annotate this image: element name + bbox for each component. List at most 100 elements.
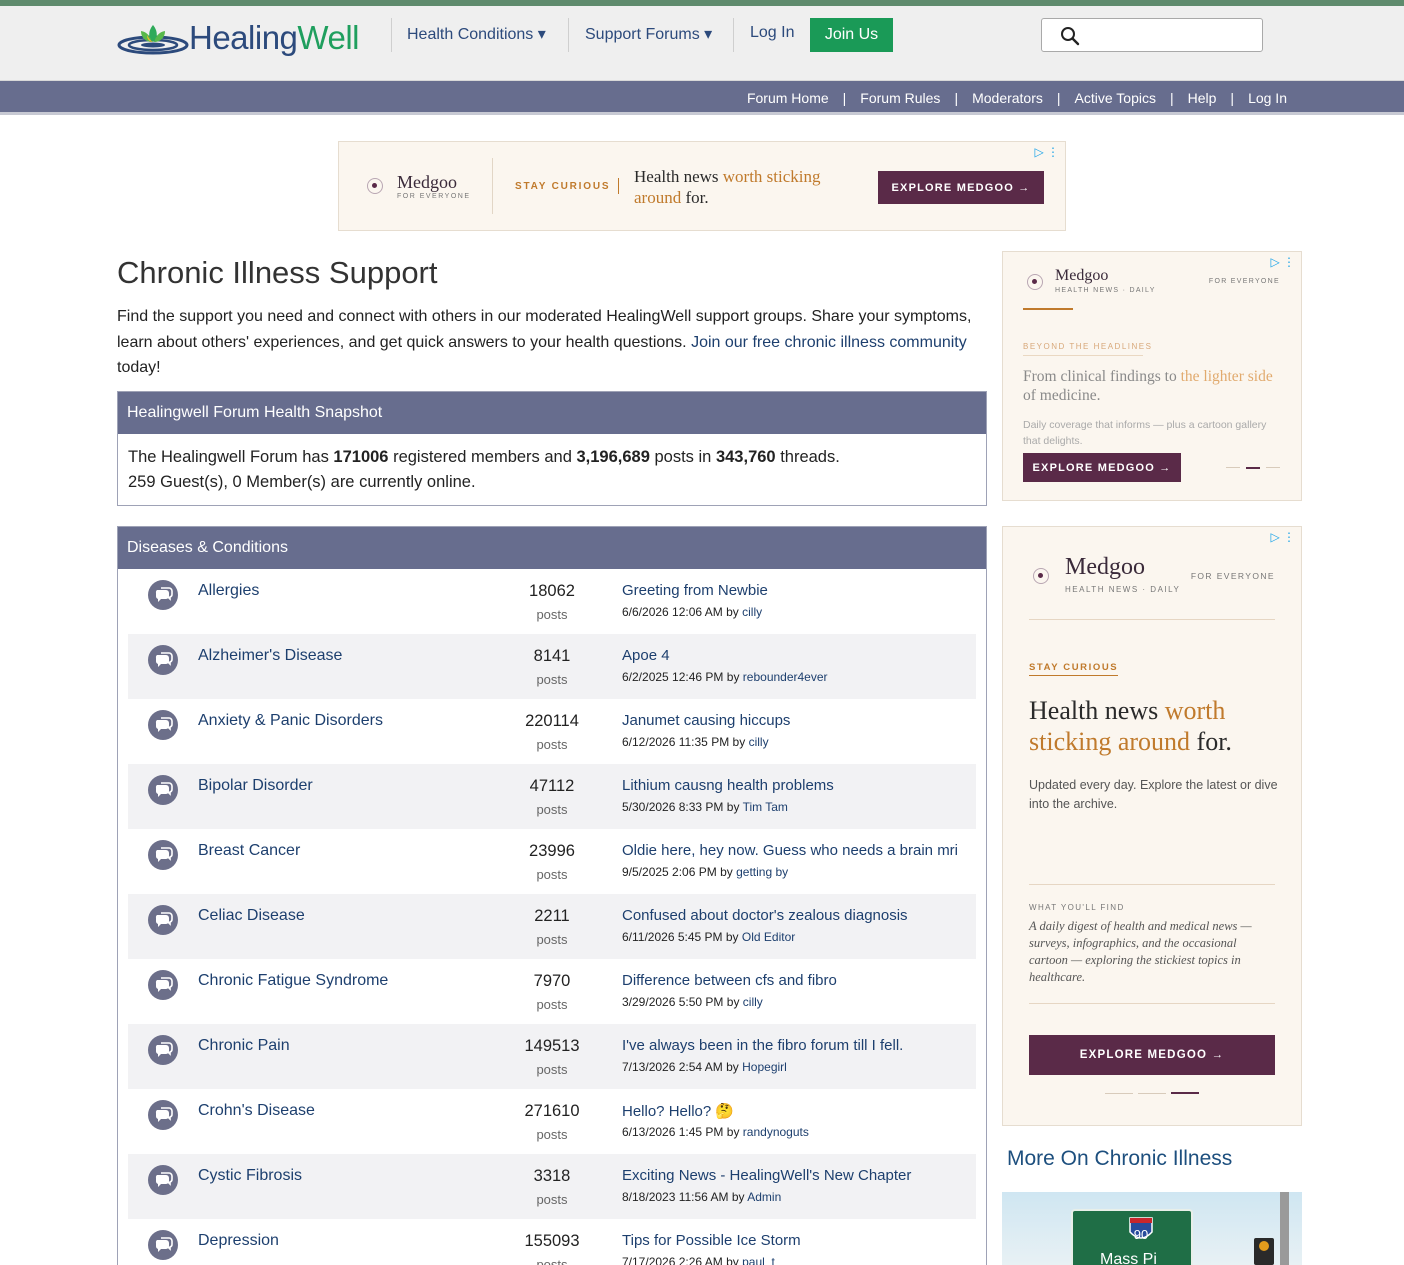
ad-divider (492, 158, 493, 214)
latest-topic-meta: 7/13/2026 2:54 AM by Hopegirl (622, 1060, 787, 1074)
latest-topic-author-link[interactable]: randynoguts (743, 1125, 809, 1139)
latest-topic-author-link[interactable]: Admin (747, 1190, 781, 1204)
medgoo-logo-icon (1033, 568, 1049, 584)
adchoices-icon[interactable]: ▷ ⋮ (1270, 530, 1295, 544)
latest-topic-meta: 8/18/2023 11:56 AM by Admin (622, 1190, 781, 1204)
intro-paragraph: Find the support you need and connect wi… (117, 304, 987, 381)
latest-topic-author-link[interactable]: cilly (749, 735, 769, 749)
explore-medgoo-button[interactable]: EXPLORE MEDGOO → (878, 171, 1044, 204)
latest-topic-date: 9/5/2025 2:06 PM (622, 865, 717, 879)
adchoices-icon[interactable]: ▷ ⋮ (1270, 255, 1295, 269)
latest-topic-link[interactable]: Janumet causing hiccups (622, 712, 790, 729)
ad-headline-part: for. (1190, 727, 1232, 756)
ad-headline-part: Health news (634, 167, 723, 186)
latest-topic-link[interactable]: Tips for Possible Ice Storm (622, 1232, 801, 1249)
nav-support-forums[interactable]: Support Forums ▾ (585, 24, 712, 44)
latest-topic-author-link[interactable]: paul_t (742, 1255, 775, 1265)
by-label: by (726, 1255, 739, 1265)
by-label: by (726, 1125, 740, 1139)
join-us-button[interactable]: Join Us (810, 18, 893, 52)
latest-topic-author-link[interactable]: rebounder4ever (743, 670, 828, 684)
join-community-link[interactable]: Join our free chronic illness community (691, 334, 967, 351)
forum-chat-icon (148, 1230, 178, 1260)
ad-headline-part: of medicine. (1023, 387, 1101, 404)
by-label: by (726, 605, 739, 619)
side-ad-1[interactable]: ▷ ⋮ Medgoo HEALTH NEWS · DAILY FOR EVERY… (1002, 251, 1302, 501)
ad-find-text: A daily digest of health and medical new… (1029, 919, 1252, 984)
post-count: 3,196,689 (576, 448, 650, 466)
latest-topic-link[interactable]: Oldie here, hey now. Guess who needs a b… (622, 842, 958, 859)
forum-posts-label: posts (536, 1257, 568, 1265)
latest-topic-date: 6/13/2026 1:45 PM (622, 1125, 724, 1139)
forum-name-link[interactable]: Depression (198, 1232, 279, 1250)
latest-topic-meta: 6/6/2026 12:06 AM by cilly (622, 605, 762, 619)
adchoices-icon[interactable]: ▷ ⋮ (1034, 145, 1059, 159)
latest-topic-author-link[interactable]: Hopegirl (742, 1060, 787, 1074)
subnav-log-in[interactable]: Log In (1248, 90, 1287, 106)
by-label: by (726, 800, 740, 814)
latest-topic-date: 7/13/2026 2:54 AM (622, 1060, 723, 1074)
latest-topic-author-link[interactable]: Tim Tam (743, 800, 788, 814)
forum-posts-label: posts (536, 1062, 568, 1077)
forum-name-link[interactable]: Crohn's Disease (198, 1102, 315, 1120)
forum-name-link[interactable]: Chronic Fatigue Syndrome (198, 972, 388, 990)
latest-topic-link[interactable]: Difference between cfs and fibro (622, 972, 837, 989)
nav-health-conditions[interactable]: Health Conditions ▾ (407, 24, 546, 44)
forum-name-link[interactable]: Breast Cancer (198, 842, 300, 860)
subnav-forum-home[interactable]: Forum Home (747, 90, 829, 106)
subnav-separator: | (1169, 90, 1174, 106)
snapshot-text: registered members and (388, 448, 577, 466)
latest-topic-link[interactable]: Greeting from Newbie (622, 582, 768, 599)
chat-bubble-icon (155, 847, 173, 862)
forum-posts-label: posts (536, 672, 568, 687)
nav-log-in[interactable]: Log In (750, 24, 794, 42)
ad-pager-dot (1138, 1093, 1166, 1094)
forum-posts-label: posts (536, 997, 568, 1012)
forum-chat-icon (148, 1165, 178, 1195)
subnav-moderators[interactable]: Moderators (972, 90, 1043, 106)
latest-topic-link[interactable]: Hello? Hello? 🤔 (622, 1102, 734, 1120)
logo-word-well: Well (297, 19, 359, 56)
forum-name-link[interactable]: Bipolar Disorder (198, 777, 313, 795)
latest-topic-meta: 6/12/2026 11:35 PM by cilly (622, 735, 769, 749)
forum-name-link[interactable]: Chronic Pain (198, 1037, 290, 1055)
more-article-image[interactable]: 90 Mass Pi (1002, 1192, 1302, 1265)
forum-name-link[interactable]: Alzheimer's Disease (198, 647, 342, 665)
latest-topic-link[interactable]: Apoe 4 (622, 647, 670, 664)
side-ad-2[interactable]: ▷ ⋮ Medgoo HEALTH NEWS · DAILY FOR EVERY… (1002, 526, 1302, 1126)
forum-name-link[interactable]: Celiac Disease (198, 907, 305, 925)
top-banner-ad[interactable]: ▷ ⋮ Medgoo FOR EVERYONE STAY CURIOUS Hea… (338, 141, 1066, 231)
forum-posts-label: posts (536, 607, 568, 622)
subnav-active-topics[interactable]: Active Topics (1075, 90, 1156, 106)
latest-topic-author-link[interactable]: Old Editor (742, 930, 795, 944)
latest-topic-author-link[interactable]: cilly (743, 995, 763, 1009)
latest-topic-date: 6/11/2026 5:45 PM (622, 930, 723, 944)
subnav-separator: | (1056, 90, 1061, 106)
forum-name-link[interactable]: Cystic Fibrosis (198, 1167, 302, 1185)
latest-topic-link[interactable]: I've always been in the fibro forum till… (622, 1037, 903, 1054)
latest-topic-link[interactable]: Exciting News - HealingWell's New Chapte… (622, 1167, 911, 1184)
diseases-panel: Diseases & Conditions Allergies 18062 post… (117, 526, 987, 1265)
latest-topic-author-link[interactable]: getting by (736, 865, 788, 879)
forum-name-link[interactable]: Anxiety & Panic Disorders (198, 712, 383, 730)
ad-rule (1023, 355, 1143, 356)
search-icon[interactable] (1060, 26, 1080, 46)
search-input[interactable] (1086, 20, 1256, 50)
forum-row: Allergies 18062 posts Greeting from Newbie 6… (128, 569, 976, 634)
medgoo-logo-icon (1027, 274, 1043, 290)
forum-post-count: 18062 (529, 582, 575, 600)
latest-topic-author-link[interactable]: cilly (742, 605, 762, 619)
latest-topic-link[interactable]: Lithium causng health problems (622, 777, 834, 794)
member-count: 171006 (333, 448, 389, 466)
forum-name-link[interactable]: Allergies (198, 582, 259, 600)
chat-bubble-icon (155, 1237, 173, 1252)
subnav-separator: | (1230, 90, 1235, 106)
subnav-forum-rules[interactable]: Forum Rules (860, 90, 940, 106)
explore-medgoo-button[interactable]: EXPLORE MEDGOO → (1023, 453, 1181, 482)
forum-row: Breast Cancer 23996 posts Oldie here, hey n… (128, 829, 976, 894)
site-logo[interactable]: HealingWell (117, 18, 359, 58)
explore-medgoo-button[interactable]: EXPLORE MEDGOO → (1029, 1035, 1275, 1075)
latest-topic-link[interactable]: Confused about doctor's zealous diagnosi… (622, 907, 908, 924)
ad-for-everyone: FOR EVERYONE (1190, 571, 1275, 581)
subnav-help[interactable]: Help (1188, 90, 1217, 106)
